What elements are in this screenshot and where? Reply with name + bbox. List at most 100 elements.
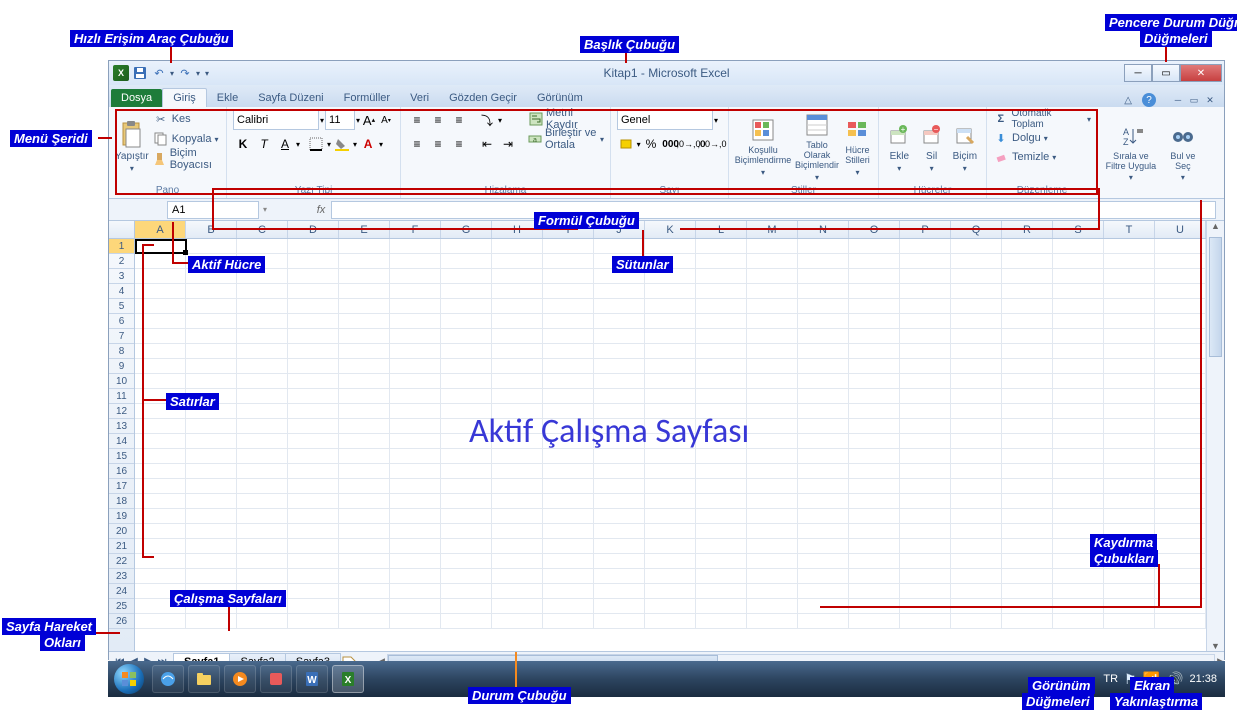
align-right-icon[interactable]: ≡ — [449, 134, 469, 154]
shrink-font-icon[interactable]: A▾ — [378, 110, 394, 130]
row-header[interactable]: 23 — [109, 569, 134, 584]
lang-indicator[interactable]: TR — [1103, 673, 1118, 685]
align-center-icon[interactable]: ≡ — [428, 134, 448, 154]
row-header[interactable]: 19 — [109, 509, 134, 524]
tab-review[interactable]: Gözden Geçir — [439, 89, 527, 107]
align-top-icon[interactable]: ≡ — [407, 110, 427, 130]
clear-button[interactable]: Temizle▾ — [993, 148, 1091, 166]
row-header[interactable]: 4 — [109, 284, 134, 299]
taskbar-app1-icon[interactable] — [260, 665, 292, 693]
currency-icon[interactable] — [617, 134, 636, 154]
tab-file[interactable]: Dosya — [111, 89, 162, 107]
cell-styles-button[interactable]: Hücre Stilleri▾ — [843, 110, 872, 183]
cond-fmt-button[interactable]: Koşullu Biçimlendirme▾ — [735, 110, 791, 183]
col-header[interactable]: A — [135, 221, 186, 238]
font-size-select[interactable] — [325, 110, 355, 130]
tab-layout[interactable]: Sayfa Düzeni — [248, 89, 333, 107]
align-bot-icon[interactable]: ≡ — [449, 110, 469, 130]
tab-formulas[interactable]: Formüller — [334, 89, 400, 107]
bold-button[interactable]: K — [233, 134, 253, 154]
autosum-button[interactable]: ΣOtomatik Toplam▾ — [993, 110, 1091, 128]
percent-icon[interactable]: % — [642, 134, 661, 154]
orientation-icon[interactable]: ⤵ — [477, 110, 497, 130]
align-mid-icon[interactable]: ≡ — [428, 110, 448, 130]
insert-cells-button[interactable]: +Ekle▾ — [885, 110, 914, 183]
row-header[interactable]: 21 — [109, 539, 134, 554]
ribbon-minimize-icon[interactable]: △ — [1124, 95, 1132, 106]
col-header[interactable]: U — [1155, 221, 1206, 238]
workbook-close-icon[interactable]: ✕ — [1202, 93, 1218, 107]
maximize-button[interactable]: ▭ — [1152, 64, 1180, 82]
table-fmt-button[interactable]: Tablo Olarak Biçimlendir▾ — [795, 110, 839, 183]
taskbar-explorer-icon[interactable] — [188, 665, 220, 693]
delete-cells-button[interactable]: −Sil▾ — [918, 110, 946, 183]
merge-button[interactable]: aBirleştir ve Ortala▾ — [528, 130, 604, 148]
vscroll-thumb[interactable] — [1209, 237, 1222, 357]
sort-button[interactable]: AZSırala ve Filtre Uygula▾ — [1103, 110, 1159, 194]
row-header[interactable]: 16 — [109, 464, 134, 479]
italic-button[interactable]: T — [254, 134, 274, 154]
row-header[interactable]: 22 — [109, 554, 134, 569]
workbook-min-icon[interactable]: ─ — [1170, 93, 1186, 107]
paste-button[interactable]: Yapıştır ▾ — [115, 110, 149, 183]
taskbar-excel-icon[interactable]: X — [332, 665, 364, 693]
outdent-icon[interactable]: ⇤ — [477, 134, 497, 154]
underline-button[interactable]: A — [275, 134, 295, 154]
row-header[interactable]: 20 — [109, 524, 134, 539]
row-header[interactable]: 1 — [109, 239, 134, 254]
redo-icon[interactable]: ↷ — [177, 65, 193, 81]
fontcolor-icon[interactable]: A — [358, 134, 378, 154]
find-button[interactable]: Bul ve Seç▾ — [1163, 110, 1203, 194]
row-header[interactable]: 25 — [109, 599, 134, 614]
copy-button[interactable]: Kopyala▾ — [153, 130, 220, 148]
grow-font-icon[interactable]: A▴ — [361, 110, 377, 130]
row-header[interactable]: 9 — [109, 359, 134, 374]
cut-button[interactable]: ✂Kes — [153, 110, 220, 128]
row-header[interactable]: 11 — [109, 389, 134, 404]
start-button[interactable] — [108, 661, 150, 697]
row-header[interactable]: 2 — [109, 254, 134, 269]
workbook-restore-icon[interactable]: ▭ — [1186, 93, 1202, 107]
row-header[interactable]: 17 — [109, 479, 134, 494]
painter-button[interactable]: Biçim Boyacısı — [153, 150, 220, 168]
row-header[interactable]: 26 — [109, 614, 134, 629]
format-cells-button[interactable]: Biçim▾ — [950, 110, 980, 183]
taskbar-media-icon[interactable] — [224, 665, 256, 693]
taskbar-word-icon[interactable]: W — [296, 665, 328, 693]
row-header[interactable]: 6 — [109, 314, 134, 329]
dec-dec-icon[interactable]: ,00→,0 — [702, 134, 722, 154]
fill-button[interactable]: ⬇Dolgu▾ — [993, 129, 1091, 147]
fx-icon[interactable]: fx — [311, 204, 331, 216]
select-all-corner[interactable] — [109, 221, 135, 239]
undo-icon[interactable]: ↶ — [151, 65, 167, 81]
row-header[interactable]: 3 — [109, 269, 134, 284]
clock[interactable]: 21:38 — [1189, 673, 1217, 685]
border-icon[interactable] — [306, 134, 326, 154]
taskbar-ie-icon[interactable] — [152, 665, 184, 693]
numfmt-select[interactable] — [617, 110, 713, 130]
row-header[interactable]: 10 — [109, 374, 134, 389]
row-header[interactable]: 18 — [109, 494, 134, 509]
vertical-scrollbar[interactable]: ▲ ▼ — [1206, 221, 1224, 651]
minimize-button[interactable]: ─ — [1124, 64, 1152, 82]
row-header[interactable]: 8 — [109, 344, 134, 359]
col-header[interactable]: T — [1104, 221, 1155, 238]
row-header[interactable]: 12 — [109, 404, 134, 419]
wrap-button[interactable]: Metni Kaydır — [528, 110, 604, 128]
row-header[interactable]: 15 — [109, 449, 134, 464]
row-header[interactable]: 13 — [109, 419, 134, 434]
save-icon[interactable] — [132, 65, 148, 81]
tab-insert[interactable]: Ekle — [207, 89, 248, 107]
help-icon[interactable]: ? — [1142, 93, 1156, 107]
tab-data[interactable]: Veri — [400, 89, 439, 107]
close-button[interactable]: ✕ — [1180, 64, 1222, 82]
fillcolor-icon[interactable] — [332, 134, 352, 154]
indent-icon[interactable]: ⇥ — [498, 134, 518, 154]
font-name-select[interactable] — [233, 110, 319, 130]
row-header[interactable]: 7 — [109, 329, 134, 344]
formula-bar[interactable] — [331, 201, 1216, 219]
align-left-icon[interactable]: ≡ — [407, 134, 427, 154]
row-header[interactable]: 14 — [109, 434, 134, 449]
tab-view[interactable]: Görünüm — [527, 89, 593, 107]
row-header[interactable]: 5 — [109, 299, 134, 314]
